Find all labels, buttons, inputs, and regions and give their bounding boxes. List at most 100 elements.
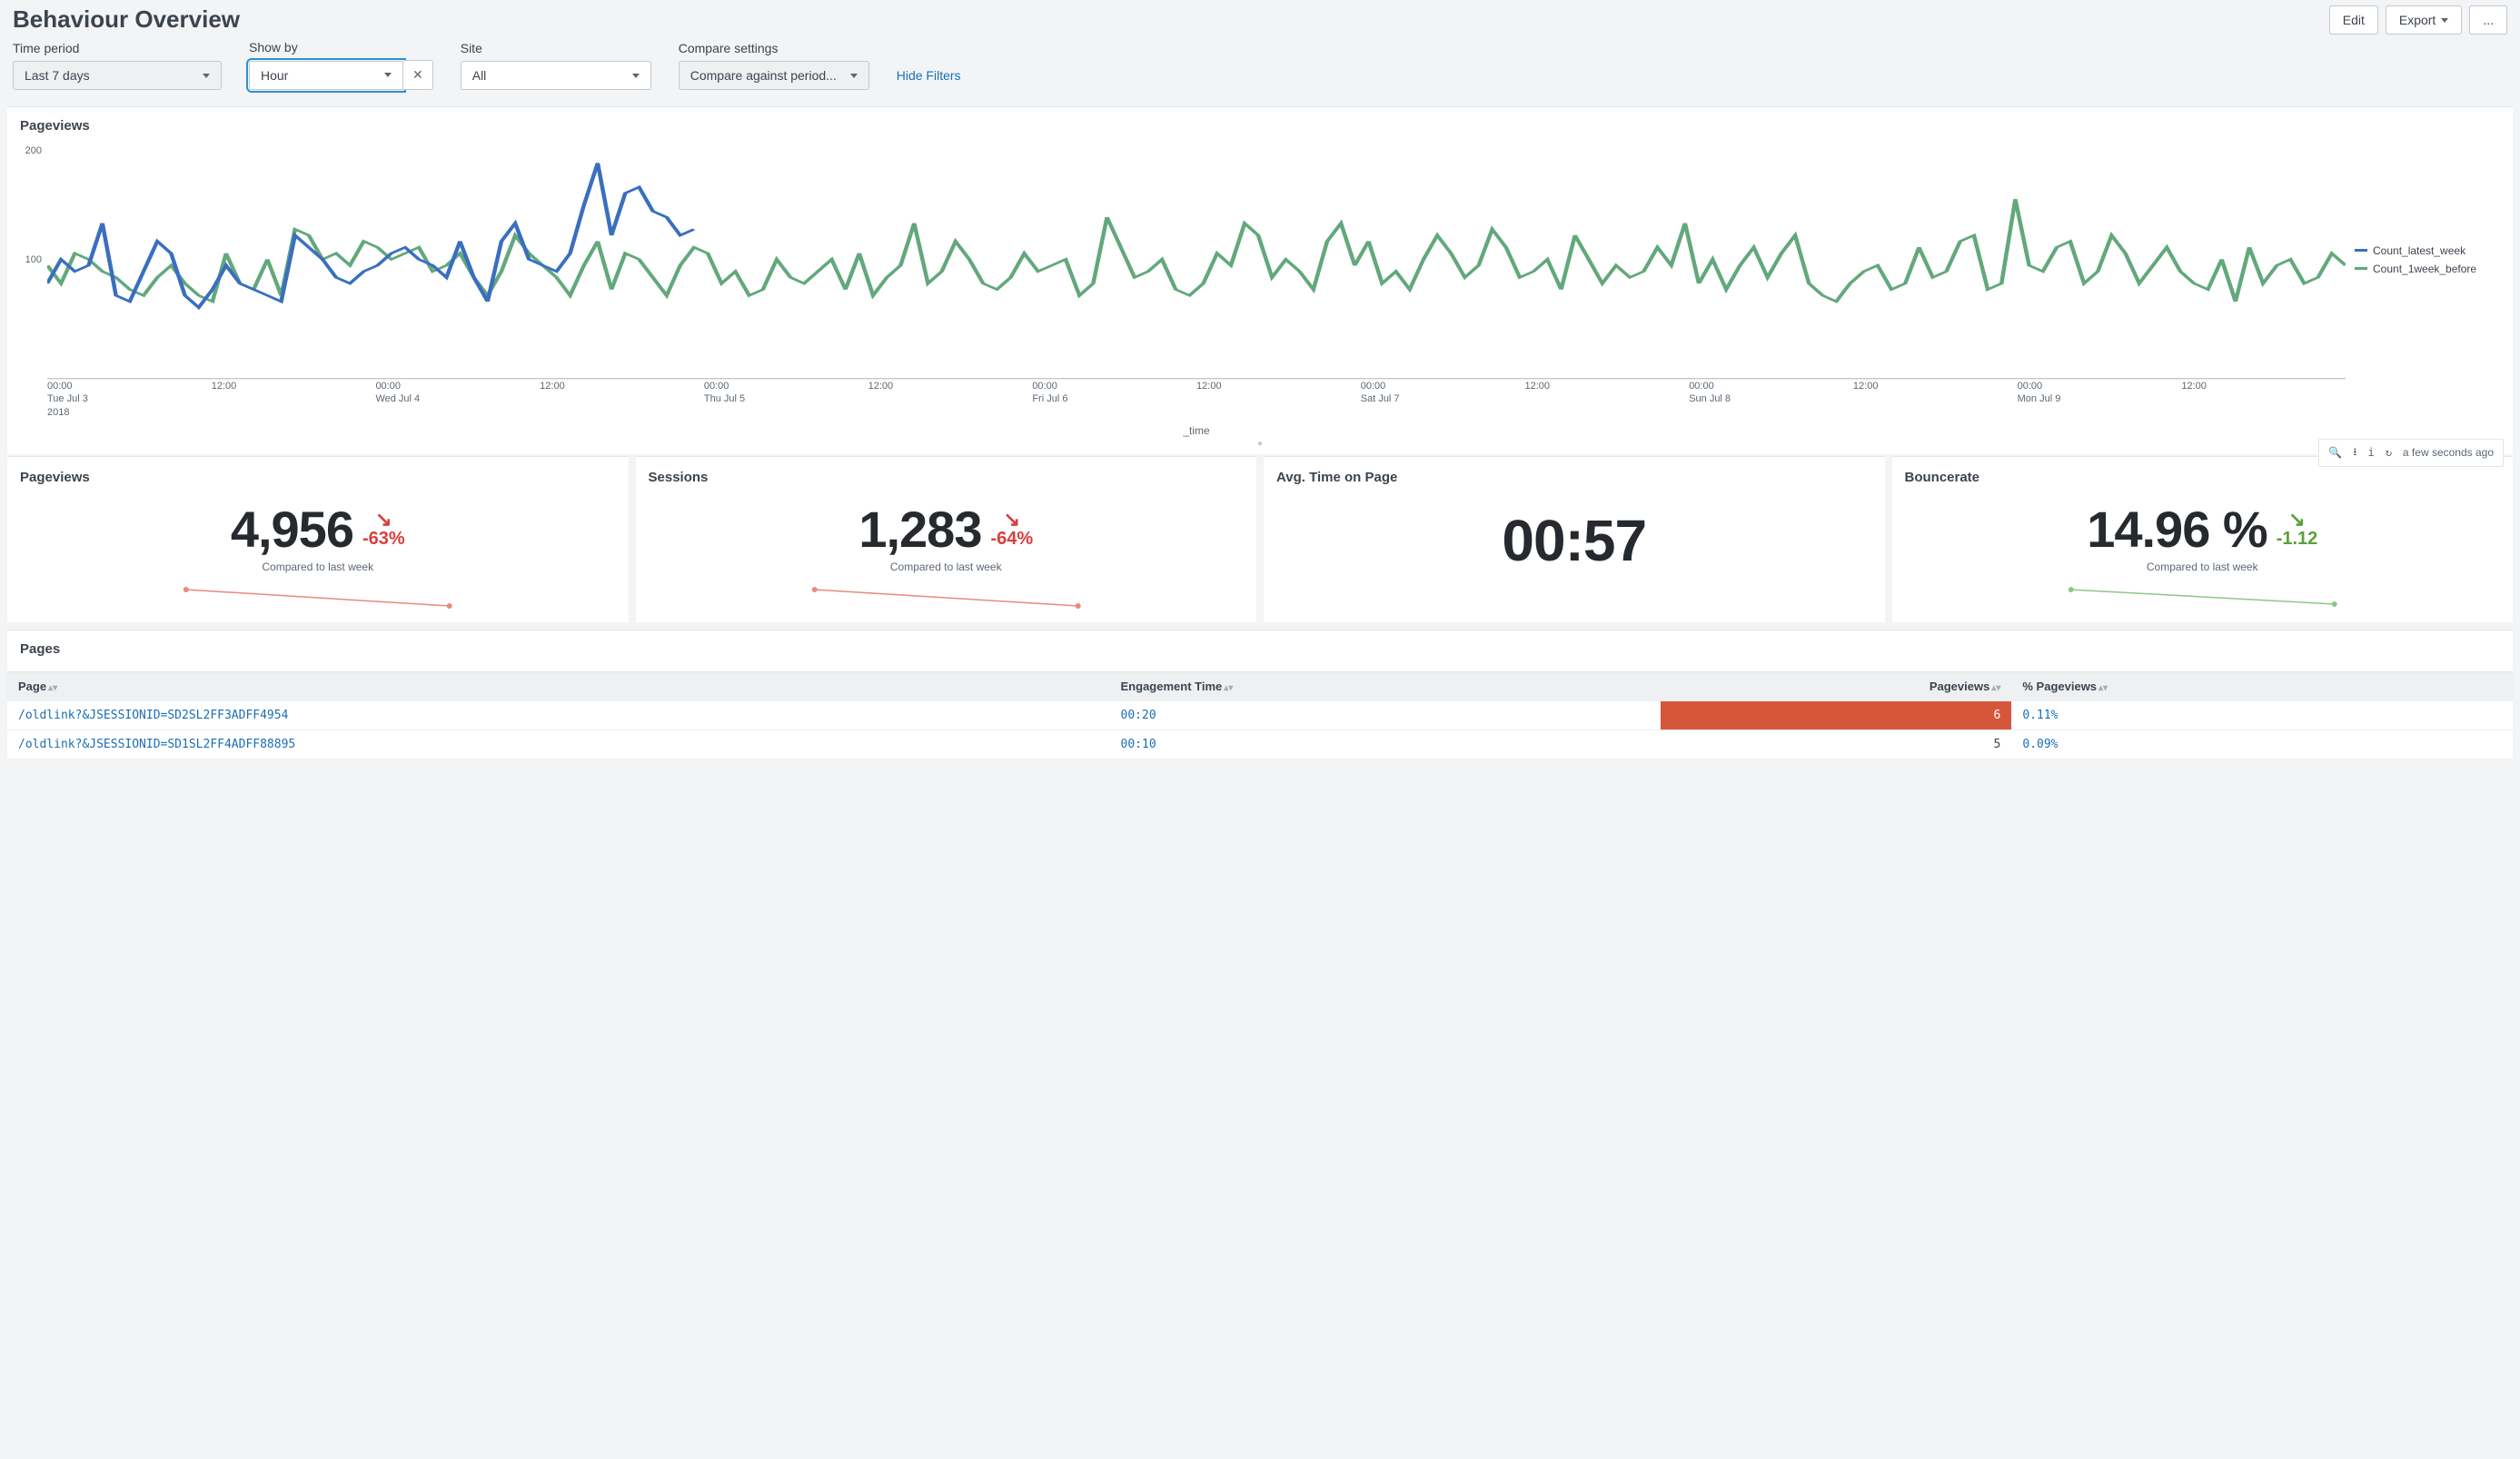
refresh-time: a few seconds ago <box>2403 446 2494 459</box>
compare-label: Compare settings <box>679 41 869 57</box>
arrow-down-right-icon: ↘ <box>375 510 392 530</box>
kpi-pageviews: Pageviews 4,956 ↘ -63% Compared to last … <box>7 456 629 622</box>
edit-button[interactable]: Edit <box>2329 5 2378 35</box>
kpi-value: 1,283 <box>858 500 981 559</box>
kpi-delta: ↘ -63% <box>362 510 405 548</box>
site-label: Site <box>461 41 651 57</box>
x-tick: 12:00 <box>212 380 376 419</box>
export-button[interactable]: Export <box>2386 5 2462 35</box>
kpi-bouncerate: 🔍 ⭳ i ↻ a few seconds ago Bouncerate 14.… <box>1892 456 2514 622</box>
x-tick: 12:00 <box>868 380 1033 419</box>
legend-swatch <box>2355 267 2367 270</box>
search-icon[interactable]: 🔍 <box>2328 446 2342 459</box>
chart-x-label: _time <box>0 419 2500 439</box>
caret-down-icon <box>384 73 392 77</box>
caret-down-icon <box>203 74 210 78</box>
pages-table: Page▴▾ Engagement Time▴▾ Pageviews▴▾ % P… <box>7 671 2513 759</box>
col-pageviews[interactable]: Pageviews▴▾ <box>1661 671 2011 700</box>
more-button[interactable]: ... <box>2469 5 2507 35</box>
refresh-icon[interactable]: ↻ <box>2386 446 2392 459</box>
download-icon[interactable]: ⭳ <box>2353 443 2356 462</box>
pages-panel: Pages Page▴▾ Engagement Time▴▾ Pageviews… <box>7 630 2513 759</box>
panel-toolbar: 🔍 ⭳ i ↻ a few seconds ago <box>2318 439 2504 467</box>
kpi-subtitle: Compared to last week <box>649 561 1245 577</box>
col-label: % Pageviews <box>2022 680 2097 693</box>
chart-x-axis: 00:00Tue Jul 3201812:0000:00Wed Jul 412:… <box>20 380 2500 419</box>
caret-down-icon <box>2441 18 2448 23</box>
kpi-value: 14.96 % <box>2087 500 2267 559</box>
cell-page[interactable]: /oldlink?&JSESSIONID=SD2SL2FF3ADFF4954 <box>7 700 1110 730</box>
kpi-subtitle: Compared to last week <box>1905 561 2501 577</box>
legend-swatch <box>2355 249 2367 252</box>
x-tick: 00:00Thu Jul 5 <box>704 380 868 419</box>
time-period-select[interactable]: Last 7 days <box>13 61 222 90</box>
site-select[interactable]: All <box>461 61 651 90</box>
chart-y-axis: 200 100 <box>20 139 47 380</box>
sparkline <box>649 579 1245 615</box>
sort-icon: ▴▾ <box>1222 686 1233 690</box>
kpi-delta-value: -64% <box>990 530 1033 548</box>
compare-value: Compare against period... <box>690 68 837 83</box>
x-tick: 12:00 <box>2181 380 2346 419</box>
pages-title: Pages <box>7 630 2513 666</box>
x-tick: 00:00Sat Jul 7 <box>1361 380 1525 419</box>
show-by-value: Hour <box>261 68 288 83</box>
kpi-delta: ↘ -1.12 <box>2277 510 2318 548</box>
x-tick: 00:00Sun Jul 8 <box>1689 380 1853 419</box>
x-tick: 00:00Fri Jul 6 <box>1032 380 1196 419</box>
cell-pct: 0.09% <box>2011 730 2513 759</box>
kpi-avg-time: Avg. Time on Page 00:57 <box>1264 456 1885 622</box>
cell-page[interactable]: /oldlink?&JSESSIONID=SD1SL2FF4ADFF88895 <box>7 730 1110 759</box>
kpi-sessions: Sessions 1,283 ↘ -64% Compared to last w… <box>636 456 1257 622</box>
sort-icon: ▴▾ <box>2097 686 2108 690</box>
show-by-label: Show by <box>249 40 433 56</box>
show-by-select[interactable]: Hour <box>249 61 403 90</box>
kpi-delta-value: -63% <box>362 530 405 548</box>
show-by-clear-button[interactable]: ✕ <box>403 60 433 90</box>
x-tick: 12:00 <box>1853 380 2018 419</box>
x-tick: 00:00Tue Jul 32018 <box>47 380 212 419</box>
x-tick: 12:00 <box>1524 380 1689 419</box>
caret-down-icon <box>850 74 858 78</box>
arrow-down-right-icon: ↘ <box>2288 510 2305 530</box>
legend-label: Count_latest_week <box>2373 244 2465 257</box>
cell-engagement: 00:10 <box>1110 730 1662 759</box>
arrow-down-right-icon: ↘ <box>1004 510 1020 530</box>
chart-legend: Count_latest_week Count_1week_before <box>2346 139 2500 380</box>
col-label: Engagement Time <box>1121 680 1223 693</box>
caret-down-icon <box>632 74 640 78</box>
col-label: Page <box>18 680 46 693</box>
y-tick: 200 <box>25 145 42 156</box>
export-label: Export <box>2399 13 2436 27</box>
x-tick: 00:00Mon Jul 9 <box>2018 380 2182 419</box>
kpi-title: Bouncerate <box>1905 470 2501 485</box>
time-period-value: Last 7 days <box>25 68 90 83</box>
sparkline <box>1905 579 2501 615</box>
chart-plot[interactable] <box>47 139 2346 380</box>
compare-select[interactable]: Compare against period... <box>679 61 869 90</box>
kpi-title: Sessions <box>649 470 1245 485</box>
table-row[interactable]: /oldlink?&JSESSIONID=SD1SL2FF4ADFF888950… <box>7 730 2513 759</box>
col-engagement[interactable]: Engagement Time▴▾ <box>1110 671 1662 700</box>
col-page[interactable]: Page▴▾ <box>7 671 1110 700</box>
table-row[interactable]: /oldlink?&JSESSIONID=SD2SL2FF3ADFF495400… <box>7 700 2513 730</box>
col-pct-pageviews[interactable]: % Pageviews▴▾ <box>2011 671 2513 700</box>
kpi-delta-value: -1.12 <box>2277 530 2318 548</box>
page-title: Behaviour Overview <box>13 5 240 34</box>
hide-filters-link[interactable]: Hide Filters <box>897 68 961 90</box>
time-period-label: Time period <box>13 41 222 57</box>
info-icon[interactable]: i <box>2367 446 2374 459</box>
site-value: All <box>472 68 487 83</box>
sort-icon: ▴▾ <box>46 686 57 690</box>
kpi-value: 00:57 <box>1502 507 1646 574</box>
y-tick: 100 <box>25 254 42 265</box>
legend-label: Count_1week_before <box>2373 263 2476 275</box>
cell-pct: 0.11% <box>2011 700 2513 730</box>
close-icon: ✕ <box>412 67 423 82</box>
pageviews-chart-panel: Pageviews 200 100 Count_latest_week Coun… <box>7 106 2513 454</box>
col-label: Pageviews <box>1930 680 1990 693</box>
pagination-dots: ● <box>20 439 2500 449</box>
cell-pageviews: 5 <box>1661 730 2011 759</box>
kpi-delta: ↘ -64% <box>990 510 1033 548</box>
x-tick: 00:00Wed Jul 4 <box>375 380 540 419</box>
